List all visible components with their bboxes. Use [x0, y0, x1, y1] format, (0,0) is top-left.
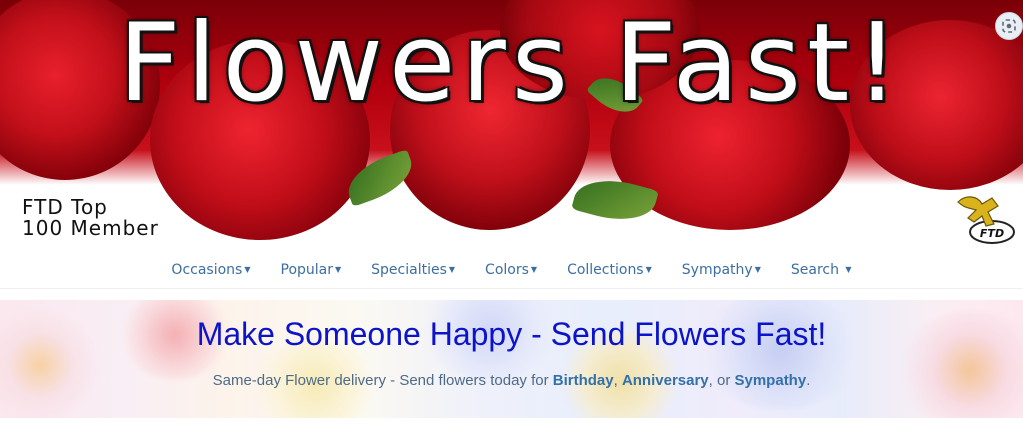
- ftd-logo-text: FTD: [980, 227, 1004, 240]
- ftd-member-badge: FTD Top 100 Member: [22, 197, 182, 239]
- caret-down-icon: ▼: [530, 265, 538, 274]
- visual-search-icon[interactable]: [995, 12, 1023, 40]
- hero-sub-prefix: Same-day Flower delivery - Send flowers …: [212, 372, 553, 389]
- nav-occasions[interactable]: Occasions ▼: [156, 262, 265, 278]
- caret-down-icon: ▼: [754, 265, 761, 274]
- separator: , or: [708, 372, 735, 389]
- caret-down-icon: ▼: [845, 265, 852, 274]
- caret-down-icon: ▼: [645, 265, 652, 274]
- birthday-link[interactable]: Birthday: [553, 372, 614, 389]
- badge-line-1: FTD Top: [22, 195, 108, 219]
- nav-label: Popular: [280, 262, 334, 278]
- hero-title: Make Someone Happy - Send Flowers Fast!: [196, 316, 827, 352]
- nav-label: Sympathy: [681, 262, 753, 278]
- nav-label: Specialties: [371, 262, 447, 278]
- caret-down-icon: ▼: [335, 265, 342, 274]
- hero-section: Make Someone Happy - Send Flowers Fast! …: [0, 300, 1023, 418]
- sympathy-link[interactable]: Sympathy: [735, 372, 807, 389]
- hero-subtitle: Same-day Flower delivery - Send flowers …: [0, 372, 1023, 389]
- ftd-logo: FTD: [957, 196, 1015, 244]
- period: .: [806, 372, 811, 389]
- nav-specialties[interactable]: Specialties ▼: [356, 262, 470, 278]
- nav-collections[interactable]: Collections ▼: [552, 262, 667, 278]
- caret-down-icon: ▼: [244, 265, 251, 274]
- separator: ,: [613, 372, 622, 389]
- caret-down-icon: ▼: [448, 265, 456, 274]
- nav-label: Search: [790, 262, 839, 278]
- nav-label: Occasions: [171, 262, 243, 278]
- nav-popular[interactable]: Popular ▼: [266, 262, 357, 278]
- nav-colors[interactable]: Colors ▼: [470, 262, 552, 278]
- nav-search[interactable]: Search ▼: [776, 262, 867, 278]
- badge-line-2: 100 Member: [22, 216, 159, 240]
- nav-label: Collections: [567, 262, 644, 278]
- main-nav: Occasions ▼ Popular ▼ Specialties ▼ Colors ▼…: [0, 252, 1023, 289]
- nav-sympathy[interactable]: Sympathy ▼: [667, 262, 776, 278]
- site-title: Flowers Fast!: [118, 1, 905, 126]
- nav-label: Colors: [485, 262, 529, 278]
- header-banner: Flowers Fast! FTD Top 100 Member FTD: [0, 0, 1023, 250]
- anniversary-link[interactable]: Anniversary: [622, 372, 709, 389]
